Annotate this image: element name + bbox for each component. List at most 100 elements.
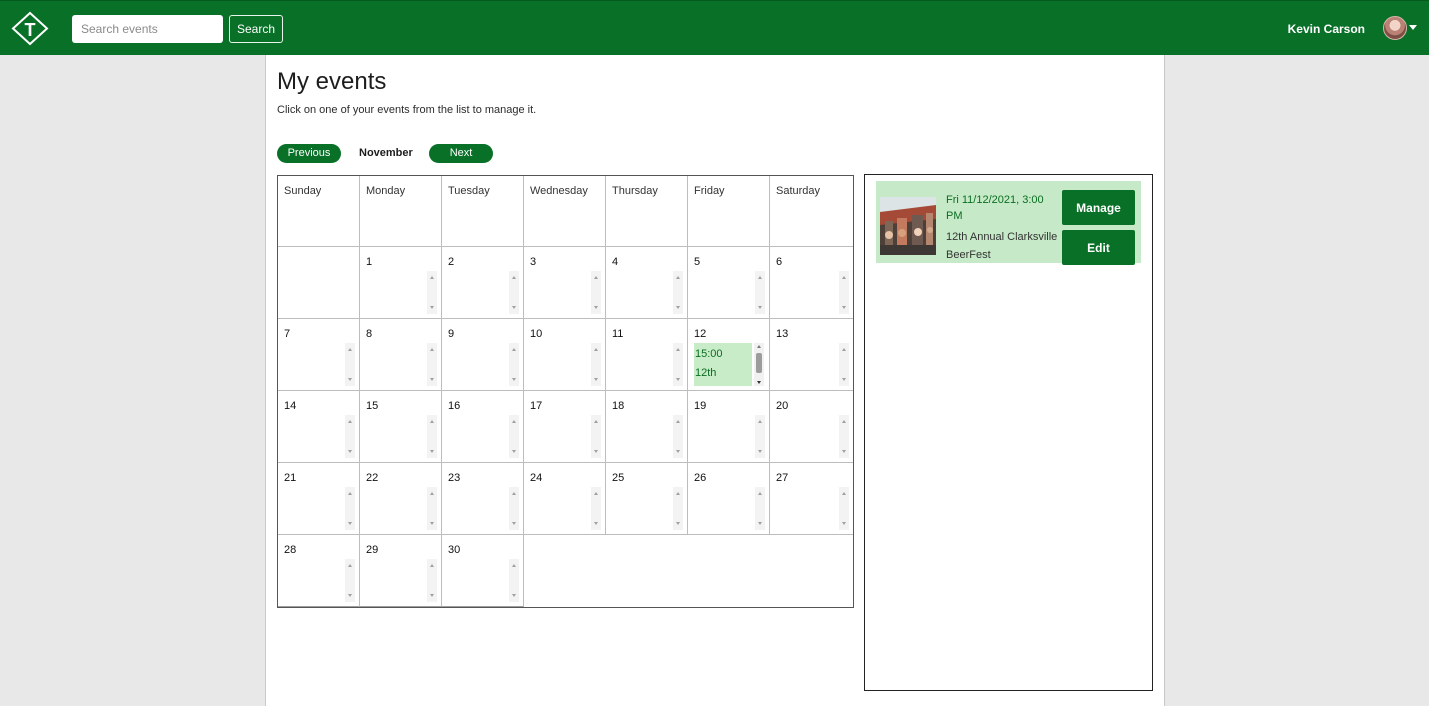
cell-scrollbar[interactable]	[509, 559, 519, 602]
date-number: 21	[284, 472, 297, 484]
cell-scrollbar[interactable]	[673, 487, 683, 530]
date-number: 25	[612, 472, 625, 484]
date-number: 30	[448, 544, 461, 556]
calendar-day-cell[interactable]: 25	[606, 463, 688, 535]
calendar-day-cell[interactable]: 20	[770, 391, 853, 463]
cell-scrollbar[interactable]	[591, 343, 601, 386]
scroll-down-icon[interactable]	[757, 381, 761, 384]
calendar-day-cell[interactable]: 9	[442, 319, 524, 391]
weekday-label: Monday	[366, 185, 406, 197]
calendar-day-cell[interactable]: 16	[442, 391, 524, 463]
date-number: 12	[694, 328, 707, 340]
calendar-day-cell[interactable]: 13	[770, 319, 853, 391]
calendar-day-cell[interactable]: 3	[524, 247, 606, 319]
site-logo-icon[interactable]: T	[11, 11, 49, 46]
calendar-day-cell[interactable]: 26	[688, 463, 770, 535]
search-button[interactable]: Search	[229, 15, 283, 43]
calendar-event-name: 12th	[695, 367, 717, 379]
calendar-day-cell[interactable]: 28	[278, 535, 360, 607]
calendar-day-cell[interactable]: 8	[360, 319, 442, 391]
calendar-day-cell[interactable]: 23	[442, 463, 524, 535]
cell-scrollbar[interactable]	[673, 271, 683, 314]
my-events-list: Fri 11/12/2021, 3:00 PM 12th Annual Clar…	[864, 174, 1153, 691]
event-date-time: Fri 11/12/2021, 3:00 PM	[946, 194, 1044, 222]
cell-scrollbar[interactable]	[673, 415, 683, 458]
scroll-thumb[interactable]	[756, 353, 762, 373]
weekday-header: Wednesday	[524, 176, 606, 247]
cell-scrollbar[interactable]	[427, 343, 437, 386]
cell-scrollbar[interactable]	[839, 271, 849, 314]
manage-event-button[interactable]: Manage	[1062, 190, 1135, 225]
calendar-day-cell[interactable]: 22	[360, 463, 442, 535]
previous-month-button[interactable]: Previous	[277, 144, 341, 163]
cell-scrollbar[interactable]	[673, 343, 683, 386]
cell-scrollbar[interactable]	[591, 271, 601, 314]
logo-letter: T	[25, 20, 36, 40]
calendar-day-cell[interactable]: 7	[278, 319, 360, 391]
next-month-button[interactable]: Next	[429, 144, 493, 163]
cell-scrollbar[interactable]	[591, 487, 601, 530]
calendar-day-cell[interactable]: 29	[360, 535, 442, 607]
cell-scrollbar[interactable]	[509, 271, 519, 314]
calendar-day-cell[interactable]: 15	[360, 391, 442, 463]
cell-scrollbar[interactable]	[345, 559, 355, 602]
cell-scrollbar[interactable]	[345, 487, 355, 530]
calendar-day-cell[interactable]: 30	[442, 535, 524, 607]
calendar-day-cell[interactable]: 18	[606, 391, 688, 463]
calendar-day-cell[interactable]: 14	[278, 391, 360, 463]
calendar-day-cell[interactable]: 6	[770, 247, 853, 319]
cell-scrollbar[interactable]	[755, 487, 765, 530]
scroll-up-icon[interactable]	[757, 345, 761, 348]
cell-scrollbar[interactable]	[755, 271, 765, 314]
weekday-header: Tuesday	[442, 176, 524, 247]
cell-scrollbar[interactable]	[345, 415, 355, 458]
date-number: 10	[530, 328, 543, 340]
user-name[interactable]: Kevin Carson	[1288, 22, 1365, 36]
event-card[interactable]: Fri 11/12/2021, 3:00 PM 12th Annual Clar…	[876, 181, 1141, 265]
calendar: Sunday Monday Tuesday Wednesday Thursday…	[277, 175, 854, 608]
avatar[interactable]	[1383, 16, 1407, 40]
cell-scrollbar[interactable]	[509, 415, 519, 458]
cell-scrollbar[interactable]	[427, 415, 437, 458]
cell-scrollbar[interactable]	[427, 487, 437, 530]
cell-scrollbar[interactable]	[427, 559, 437, 602]
search-input[interactable]	[72, 15, 223, 43]
calendar-day-cell[interactable]: 5	[688, 247, 770, 319]
calendar-day-cell[interactable]: 19	[688, 391, 770, 463]
cell-scrollbar[interactable]	[509, 343, 519, 386]
cell-scrollbar[interactable]	[345, 343, 355, 386]
date-number: 22	[366, 472, 379, 484]
date-number: 9	[448, 328, 455, 340]
weekday-label: Saturday	[776, 185, 821, 197]
page-title: My events	[277, 68, 387, 95]
date-number: 14	[284, 400, 297, 412]
weekday-header: Sunday	[278, 176, 360, 247]
date-number: 7	[284, 328, 291, 340]
edit-event-button[interactable]: Edit	[1062, 230, 1135, 265]
calendar-day-cell[interactable]: 1	[360, 247, 442, 319]
cell-scrollbar[interactable]	[839, 415, 849, 458]
date-number: 19	[694, 400, 707, 412]
calendar-day-cell[interactable]: 11	[606, 319, 688, 391]
cell-scrollbar[interactable]	[839, 343, 849, 386]
calendar-day-cell-with-event[interactable]: 12 15:00 12th	[688, 319, 770, 391]
calendar-day-cell[interactable]: 2	[442, 247, 524, 319]
calendar-day-cell[interactable]: 10	[524, 319, 606, 391]
calendar-day-cell[interactable]: 17	[524, 391, 606, 463]
weekday-label: Wednesday	[530, 185, 588, 197]
current-month: November	[359, 147, 413, 159]
calendar-event-chip[interactable]: 15:00 12th	[694, 343, 752, 386]
calendar-day-cell[interactable]: 21	[278, 463, 360, 535]
calendar-day-cell[interactable]: 27	[770, 463, 853, 535]
chevron-down-icon[interactable]	[1409, 25, 1417, 30]
weekday-header: Saturday	[770, 176, 853, 247]
calendar-day-cell[interactable]: 24	[524, 463, 606, 535]
calendar-day-cell[interactable]: 4	[606, 247, 688, 319]
cell-scrollbar[interactable]	[427, 271, 437, 314]
cell-scrollbar[interactable]	[591, 415, 601, 458]
cell-scrollbar[interactable]	[509, 487, 519, 530]
cell-scrollbar[interactable]	[839, 487, 849, 530]
cell-scrollbar[interactable]	[755, 415, 765, 458]
weekday-label: Thursday	[612, 185, 658, 197]
event-scrollbar[interactable]	[754, 343, 764, 386]
